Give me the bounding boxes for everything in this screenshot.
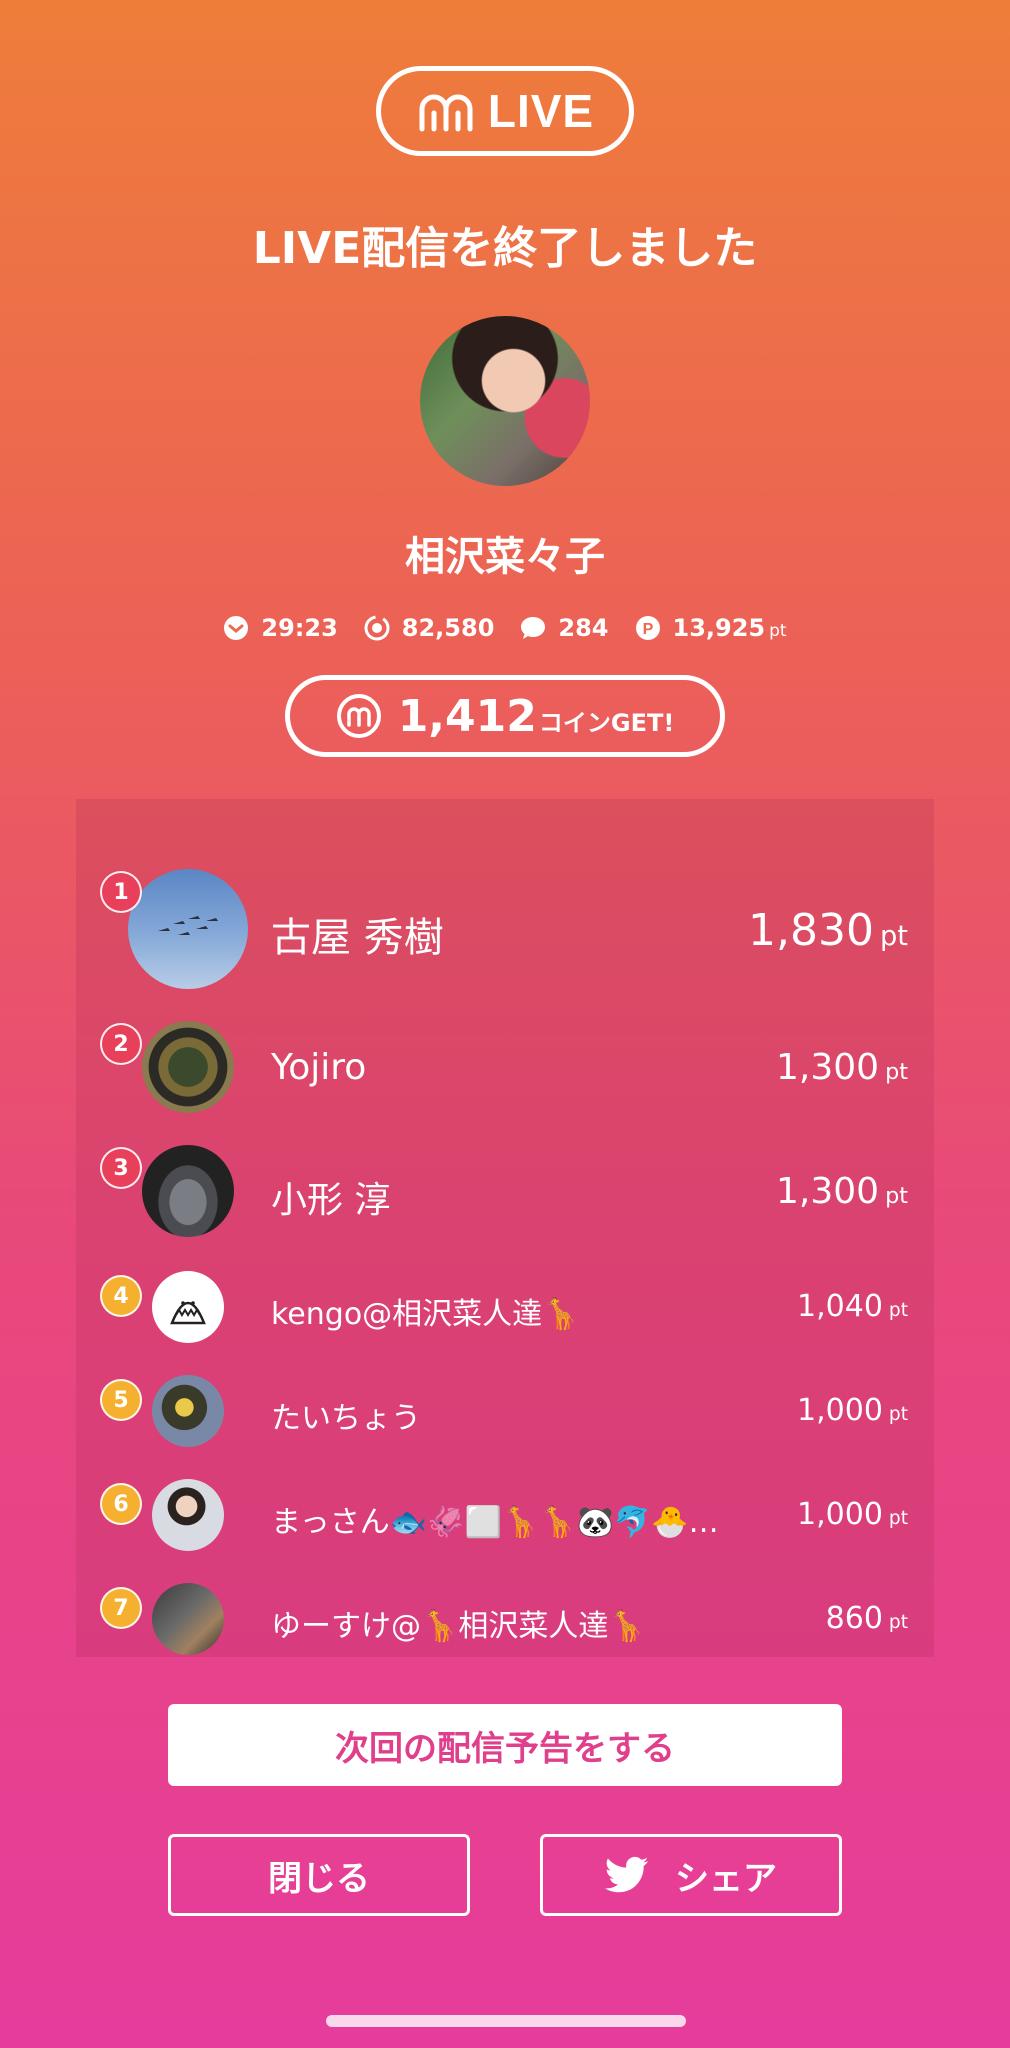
coins-suffix: コインGET! [538,708,675,737]
rank-badge: 7 [100,1587,142,1629]
ranking-row[interactable]: 3 小形 淳 1,300 pt [76,1145,934,1237]
supporter-name: Yojiro [271,1047,367,1088]
rank-badge: 6 [100,1483,142,1525]
stat-points: P 13,925 pt [635,614,787,642]
coin-icon [336,694,381,738]
supporter-points: 1,000 pt [797,1393,908,1428]
streamer-name: 相沢菜々子 [405,534,605,580]
comments-value: 284 [558,614,609,642]
supporter-points: 1,300 pt [776,1047,908,1088]
avatar [142,1145,234,1237]
supporter-ranking[interactable]: 1 古屋 秀樹 1,830 pt 2 Yojiro 1,300 pt 3 小形 淳 … [76,799,934,1657]
twitter-icon [605,1856,649,1893]
ranking-row[interactable]: 4 kengo@相沢菜人達🦒 1,040 pt [76,1271,934,1343]
stat-duration: 29:23 [223,614,338,642]
stat-views: 82,580 [364,614,495,642]
duration-icon [224,616,249,640]
share-button-label: シェア [675,1858,777,1899]
avatar [152,1583,224,1655]
jets-photo-icon [158,916,218,935]
streamer-avatar [420,316,590,486]
page-title: LIVE配信を終了しました [252,223,758,274]
schedule-next-broadcast-button[interactable]: 次回の配信予告をする [168,1704,842,1786]
avatar [152,1271,224,1343]
avatar [142,1021,234,1113]
close-button[interactable]: 閉じる [168,1834,470,1916]
app-logo: LIVE [376,66,634,156]
avatar [152,1479,224,1551]
views-icon [364,615,390,641]
supporter-name: 小形 淳 [271,1180,391,1221]
supporter-name: たいちょう [271,1401,421,1436]
close-button-label: 閉じる [268,1858,370,1899]
ranking-row[interactable]: 2 Yojiro 1,300 pt [76,1021,934,1113]
supporter-points: 860 pt [825,1601,908,1636]
share-button[interactable]: シェア [540,1834,842,1916]
supporter-name: kengo@相沢菜人達🦒 [271,1297,580,1332]
supporter-points: 1,300 pt [776,1171,908,1212]
svg-text:P: P [642,621,653,638]
views-value: 82,580 [401,614,495,642]
supporter-points: 1,830 pt [748,905,908,956]
points-icon: P [635,616,660,640]
rank-badge: 2 [100,1023,142,1065]
ranking-row[interactable]: 6 まっさん🐟🦑⬜🦒🦒🐼🐬🐣… 1,000 pt [76,1479,934,1551]
coins-amount: 1,412 [397,690,537,742]
shark-icon [170,1301,206,1325]
rank-badge: 5 [100,1379,142,1421]
supporter-points: 1,000 pt [797,1497,908,1532]
rank-badge: 4 [100,1275,142,1317]
stat-comments: 284 [520,614,609,642]
comment-bubble-icon [521,617,546,639]
logo-text: LIVE [487,85,595,137]
supporter-name: 古屋 秀樹 [271,915,444,961]
supporter-name: まっさん🐟🦑⬜🦒🦒🐼🐬🐣… [271,1505,719,1540]
avatar [128,869,248,989]
rank-badge: 3 [100,1147,142,1189]
duration-value: 29:23 [261,614,338,642]
avatar [152,1375,224,1447]
rank-badge: 1 [100,871,142,913]
ranking-row[interactable]: 5 たいちょう 1,000 pt [76,1375,934,1447]
stats-row: 29:23 82,580 284 P 13,925 pt [0,610,1010,646]
supporter-name: ゆーすけ@🦒相沢菜人達🦒 [271,1609,646,1644]
points-value: 13,925 pt [672,614,787,642]
home-indicator[interactable] [326,2015,686,2027]
ranking-row[interactable]: 1 古屋 秀樹 1,830 pt [76,869,934,989]
m-logo-icon [419,94,473,132]
supporter-points: 1,040 pt [797,1289,908,1324]
coins-earned-pill: 1,412 コインGET! [285,675,725,757]
ranking-row[interactable]: 7 ゆーすけ@🦒相沢菜人達🦒 860 pt [76,1583,934,1655]
